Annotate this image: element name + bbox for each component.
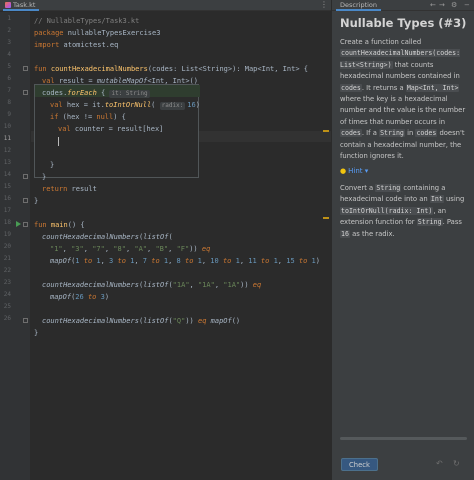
- line-number: 16: [3, 195, 11, 202]
- arrow-left-icon[interactable]: ←: [430, 0, 436, 11]
- line-number: 15: [3, 183, 11, 190]
- task-description-pane: Description ← → ⚙ − Nullable Types (#3) …: [331, 0, 474, 480]
- line-number: 7: [7, 87, 11, 94]
- line-number: 19: [3, 231, 11, 238]
- code-line: }: [50, 161, 55, 169]
- line-number: 21: [3, 255, 11, 262]
- code-area[interactable]: // NullableTypes/Task3.kt package nullab…: [31, 12, 331, 480]
- lightbulb-icon: ●: [340, 167, 347, 175]
- code-line: fun countHexadecimalNumbers(codes: List<…: [34, 65, 308, 73]
- code-line: "1", "3", "7", "8", "A", "B", "F")) eq: [50, 245, 211, 253]
- line-number: 13: [3, 159, 11, 166]
- line-number: 9: [7, 111, 11, 118]
- line-number: 18: [3, 219, 11, 226]
- code-line: val result = mutableMapOf<Int, Int>(): [42, 77, 198, 85]
- code-line: val hex = it.toIntOrNull( radix: 16): [50, 101, 200, 110]
- description-tab-bar: Description ← → ⚙ −: [332, 0, 474, 11]
- run-gutter-icon[interactable]: [16, 221, 21, 227]
- kotlin-file-icon: [5, 2, 11, 8]
- warning-stripe[interactable]: [323, 130, 329, 132]
- code-line: countHexadecimalNumbers(listOf(: [42, 233, 173, 241]
- fold-marker-icon[interactable]: [23, 318, 28, 323]
- line-number: 26: [3, 315, 11, 322]
- refresh-icon[interactable]: ↻: [453, 459, 460, 468]
- horizontal-scrollbar[interactable]: [340, 437, 467, 440]
- code-line: mapOf(26 to 3): [50, 293, 110, 301]
- line-number: 20: [3, 243, 11, 250]
- line-number-gutter[interactable]: 1 2 3 4 5 6 7 8 9 10 11 12 13 14 15 16 17 18 19 20 21 22 23 24 2…: [0, 12, 30, 480]
- file-tab[interactable]: Task.kt: [3, 0, 39, 11]
- line-number: 14: [3, 171, 11, 178]
- code-line: package nullableTypesExercise3: [34, 29, 161, 37]
- line-number: 23: [3, 279, 11, 286]
- code-line: }: [42, 173, 47, 181]
- file-tab-label: Task.kt: [13, 1, 36, 9]
- tab-description[interactable]: Description: [336, 0, 382, 11]
- code-line: countHexadecimalNumbers(listOf("1A", "1A…: [42, 281, 262, 289]
- editor-tab-bar: Task.kt ⋮: [0, 0, 331, 11]
- code-line: mapOf(1 to 1, 3 to 1, 7 to 1, 8 to 1, 10…: [50, 257, 320, 265]
- gear-icon[interactable]: ⚙: [451, 0, 457, 11]
- code-line: }: [34, 197, 39, 205]
- code-editor-pane[interactable]: Task.kt ⋮ 1 2 3 4 5 6 7 8 9 10 11 12 13 14 15 16 17 18 19 2…: [0, 0, 331, 480]
- text-caret: [58, 136, 59, 146]
- param-hint: radix:: [159, 102, 186, 110]
- fold-marker-icon[interactable]: [23, 174, 28, 179]
- check-button[interactable]: Check: [341, 458, 378, 471]
- line-number: 1: [7, 15, 11, 22]
- line-number: 8: [7, 99, 11, 106]
- line-number: 24: [3, 291, 11, 298]
- minus-icon[interactable]: −: [464, 0, 470, 11]
- code-line: // NullableTypes/Task3.kt: [34, 17, 140, 25]
- task-statement: Create a function called countHexadecima…: [340, 38, 466, 161]
- more-vertical-icon[interactable]: ⋮: [320, 0, 328, 10]
- fold-marker-icon[interactable]: [23, 198, 28, 203]
- code-line: fun main() {: [34, 221, 85, 229]
- code-line: }: [34, 329, 39, 337]
- fold-marker-icon[interactable]: [23, 66, 28, 71]
- warning-stripe[interactable]: [323, 217, 329, 219]
- line-number: 17: [3, 207, 11, 214]
- line-number: 22: [3, 267, 11, 274]
- code-line: countHexadecimalNumbers(listOf("Q")) eq …: [42, 317, 241, 325]
- hint-text: Convert a String containing a hexadecima…: [340, 184, 465, 238]
- line-number: 25: [3, 303, 11, 310]
- code-line: if (hex != null) {: [50, 113, 126, 121]
- line-number: 3: [7, 39, 11, 46]
- fold-marker-icon[interactable]: [23, 222, 28, 227]
- code-line: codes.forEach { it: String: [42, 89, 150, 98]
- line-number: 5: [7, 63, 11, 70]
- hint-toggle[interactable]: ● Hint ▾: [340, 167, 368, 175]
- undo-icon[interactable]: ↶: [436, 459, 443, 468]
- line-number: 11: [3, 135, 11, 142]
- code-line: import atomictest.eq: [34, 41, 119, 49]
- code-line: val counter = result[hex]: [58, 125, 164, 133]
- line-number: 2: [7, 27, 11, 34]
- code-line: [58, 135, 59, 147]
- arrow-right-icon[interactable]: →: [439, 0, 445, 11]
- line-number: 10: [3, 123, 11, 130]
- line-number: 4: [7, 51, 11, 58]
- line-number: 12: [3, 147, 11, 154]
- task-title: Nullable Types (#3): [340, 16, 467, 30]
- line-number: 6: [7, 75, 11, 82]
- code-line: return result: [42, 185, 97, 193]
- type-hint: it: String: [109, 90, 150, 98]
- fold-marker-icon[interactable]: [23, 90, 28, 95]
